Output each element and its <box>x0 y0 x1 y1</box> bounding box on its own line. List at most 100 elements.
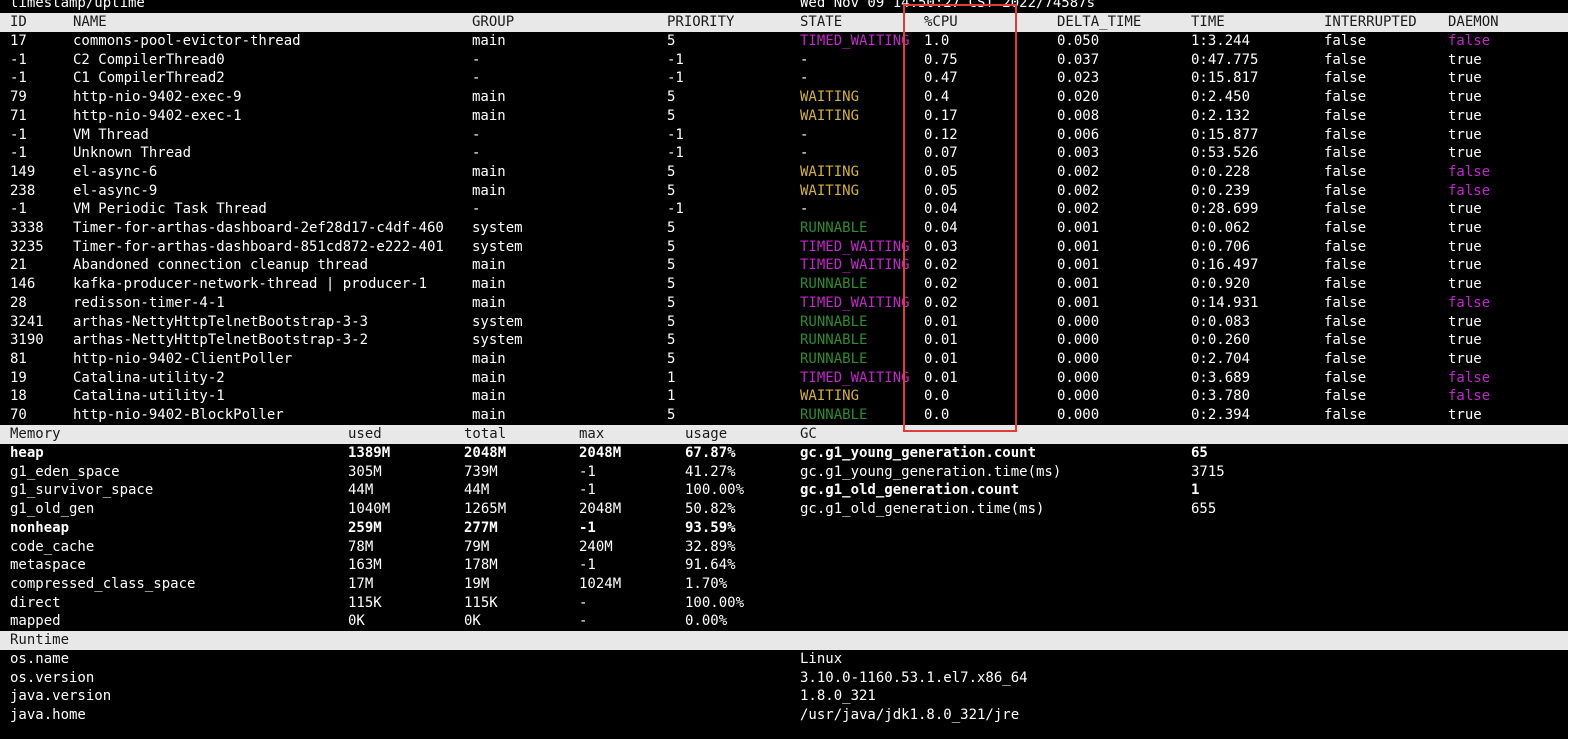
thread-priority: -1 <box>667 70 684 87</box>
thread-row: -1 VM Thread - -1 - 0.12 0.006 0:15.877 false tru… <box>0 126 1568 145</box>
memory-usage: 67.87% <box>685 445 736 461</box>
thread-cpu: 0.02 <box>924 276 958 293</box>
thread-row: 81 http-nio-9402-ClientPoller main 5 RUNNABL… <box>0 350 1568 369</box>
thread-daemon: true <box>1448 257 1482 274</box>
runtime-key: os.name <box>10 651 70 667</box>
thread-row: 79 http-nio-9402-exec-9 main 5 WAITING 0.4 0.0… <box>0 88 1568 107</box>
thread-name: Timer-for-arthas-dashboard-851cd872-e222… <box>73 238 444 255</box>
gc-metric-value: 3715 <box>1191 463 1225 480</box>
thread-state: TIMED_WAITING <box>800 257 910 274</box>
thread-state: - <box>800 201 809 218</box>
thread-group: main <box>472 369 506 386</box>
memory-max: -1 <box>579 519 596 536</box>
thread-group: - <box>472 201 481 218</box>
memory-total: 0K <box>464 613 481 630</box>
memory-used: 163M <box>348 557 382 574</box>
memory-used: 17M <box>348 575 374 592</box>
memory-used: 44M <box>348 482 374 499</box>
col-priority-header: PRIORITY <box>667 14 735 30</box>
thread-group: system <box>472 313 523 330</box>
thread-id: 17 <box>10 33 27 49</box>
thread-row: -1 Unknown Thread - -1 - 0.07 0.003 0:53.526 fal… <box>0 144 1568 163</box>
thread-interrupted: false <box>1324 257 1367 274</box>
memory-total: 277M <box>464 519 498 536</box>
thread-interrupted: false <box>1324 70 1367 87</box>
thread-daemon: true <box>1448 238 1482 255</box>
thread-state: RUNNABLE <box>800 332 868 349</box>
thread-state: RUNNABLE <box>800 350 868 367</box>
memory-used: 259M <box>348 519 382 536</box>
memory-row: nonheap 259M 277M -1 93.59% <box>0 519 1568 538</box>
thread-interrupted: false <box>1324 294 1367 311</box>
memory-total: 739M <box>464 463 498 480</box>
thread-daemon: false <box>1448 163 1491 180</box>
thread-priority: 5 <box>667 182 676 199</box>
thread-state: - <box>800 126 809 143</box>
runtime-row: os.version 3.10.0-1160.53.1.el7.x86_64 <box>0 669 1568 688</box>
thread-priority: 5 <box>667 220 676 236</box>
thread-priority: 1 <box>667 388 676 405</box>
memory-gc-header: Memory used total max usage GC <box>0 425 1568 444</box>
memory-max: - <box>579 613 588 630</box>
memory-max: -1 <box>579 463 596 480</box>
thread-state: WAITING <box>800 107 860 124</box>
thread-priority: 1 <box>667 369 676 386</box>
memory-header: Memory <box>10 426 61 442</box>
col-interrupted-header: INTERRUPTED <box>1324 14 1417 30</box>
thread-delta-time: 0.037 <box>1057 51 1100 68</box>
thread-table-header: ID NAME GROUP PRIORITY STATE %CPU DELTA_… <box>0 13 1568 32</box>
thread-cpu: 0.01 <box>924 313 958 330</box>
memory-total: 115K <box>464 594 498 611</box>
thread-priority: -1 <box>667 201 684 218</box>
memory-max: 240M <box>579 538 613 555</box>
thread-id: -1 <box>10 70 27 87</box>
thread-interrupted: false <box>1324 220 1367 236</box>
thread-delta-time: 0.001 <box>1057 294 1100 311</box>
thread-time: 0:28.699 <box>1191 201 1259 218</box>
thread-daemon: true <box>1448 201 1482 218</box>
memory-name: direct <box>10 594 61 611</box>
thread-group: main <box>472 89 506 106</box>
thread-daemon: true <box>1448 276 1482 293</box>
thread-name: C2 CompilerThread0 <box>73 51 225 68</box>
thread-delta-time: 0.000 <box>1057 388 1100 405</box>
memory-name: mapped <box>10 613 61 630</box>
memory-usage: 0.00% <box>685 613 728 630</box>
thread-id: 21 <box>10 257 27 274</box>
thread-cpu: 0.01 <box>924 350 958 367</box>
memory-used-header: used <box>348 426 382 442</box>
memory-usage: 32.89% <box>685 538 736 555</box>
thread-interrupted: false <box>1324 388 1367 405</box>
memory-name: heap <box>10 445 44 461</box>
thread-daemon: false <box>1448 182 1491 199</box>
thread-id: 238 <box>10 182 36 199</box>
thread-daemon: true <box>1448 145 1482 162</box>
thread-time: 1:3.244 <box>1191 33 1251 49</box>
thread-id: 28 <box>10 294 27 311</box>
thread-state: TIMED_WAITING <box>800 238 910 255</box>
thread-group: main <box>472 294 506 311</box>
thread-cpu: 0.0 <box>924 407 950 423</box>
thread-group: - <box>472 145 481 162</box>
col-group-header: GROUP <box>472 14 515 30</box>
thread-cpu: 0.12 <box>924 126 958 143</box>
runtime-row: os.name Linux <box>0 650 1568 669</box>
thread-group: - <box>472 70 481 87</box>
memory-used: 0K <box>348 613 365 630</box>
thread-name: VM Thread <box>73 126 149 143</box>
runtime-value: /usr/java/jdk1.8.0_321/jre <box>800 707 1020 724</box>
thread-cpu: 0.05 <box>924 182 958 199</box>
thread-name: redisson-timer-4-1 <box>73 294 225 311</box>
runtime-header: Runtime <box>10 632 70 648</box>
thread-id: 3338 <box>10 220 44 236</box>
thread-state: RUNNABLE <box>800 313 868 330</box>
thread-group: - <box>472 51 481 68</box>
thread-interrupted: false <box>1324 33 1367 49</box>
thread-delta-time: 0.023 <box>1057 70 1100 87</box>
thread-delta-time: 0.003 <box>1057 145 1100 162</box>
thread-interrupted: false <box>1324 51 1367 68</box>
thread-id: -1 <box>10 126 27 143</box>
thread-id: -1 <box>10 51 27 68</box>
thread-cpu: 1.0 <box>924 33 950 49</box>
thread-cpu: 0.75 <box>924 51 958 68</box>
